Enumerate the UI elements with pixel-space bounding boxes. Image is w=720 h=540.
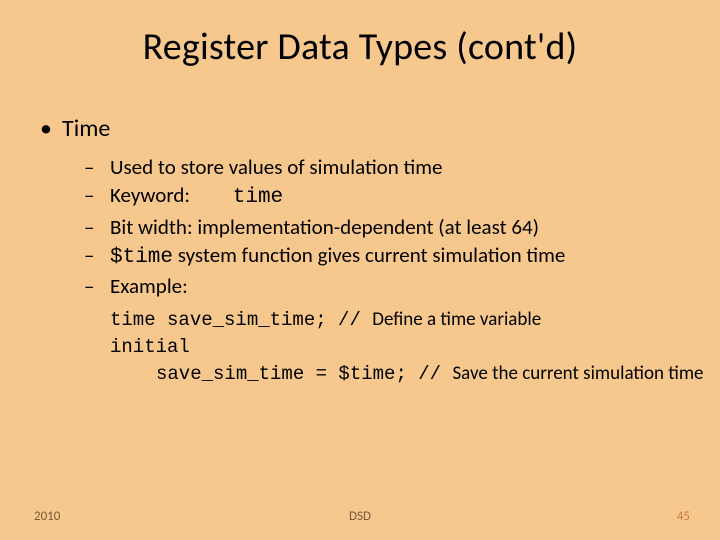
footer-center: DSD <box>0 509 720 524</box>
dash-icon: – <box>84 182 110 208</box>
stime-text: system function gives current simulation… <box>173 242 565 268</box>
code-mono: initial <box>110 336 190 358</box>
code-mono: time save_sim_time; // <box>110 309 372 331</box>
keyword-label: Keyword: <box>110 182 190 208</box>
keyword-value: time <box>233 186 283 209</box>
code-line: save_sim_time = $time; // Save the curre… <box>156 361 690 388</box>
list-item-text: Keyword: time <box>110 182 283 211</box>
list-item: – Used to store values of simulation tim… <box>84 154 690 180</box>
bullet-marker: • <box>40 114 62 144</box>
code-comment: Save the current simulation time <box>452 362 703 385</box>
dash-icon: – <box>84 154 110 180</box>
bullet-level1: •Time <box>40 114 690 144</box>
slide-title: Register Data Types (cont'd) <box>0 24 720 70</box>
list-item-text: Bit width: implementation-dependent (at … <box>110 214 539 240</box>
list-item-text: $time system function gives current simu… <box>110 242 565 271</box>
code-comment: Define a time variable <box>372 308 541 331</box>
code-line: time save_sim_time; // Define a time var… <box>110 307 690 334</box>
code-block: time save_sim_time; // Define a time var… <box>110 307 690 387</box>
list-item: – Bit width: implementation-dependent (a… <box>84 214 690 240</box>
slide: Register Data Types (cont'd) •Time – Use… <box>0 0 720 540</box>
list-item: – $time system function gives current si… <box>84 242 690 271</box>
list-item: – Example: <box>84 273 690 299</box>
footer-page-number: 45 <box>677 509 690 524</box>
dash-icon: – <box>84 214 110 240</box>
slide-body: •Time – Used to store values of simulati… <box>40 114 690 387</box>
list-item: – Keyword: time <box>84 182 690 211</box>
dash-icon: – <box>84 273 110 299</box>
bullet-text: Time <box>62 114 110 144</box>
stime-code: $time <box>110 246 173 269</box>
dash-icon: – <box>84 242 110 268</box>
list-item-text: Used to store values of simulation time <box>110 154 442 180</box>
bullet-level2-block: – Used to store values of simulation tim… <box>84 154 690 299</box>
list-item-text: Example: <box>110 273 188 299</box>
code-line: initial <box>110 334 690 361</box>
code-mono: save_sim_time = $time; // <box>156 363 452 385</box>
